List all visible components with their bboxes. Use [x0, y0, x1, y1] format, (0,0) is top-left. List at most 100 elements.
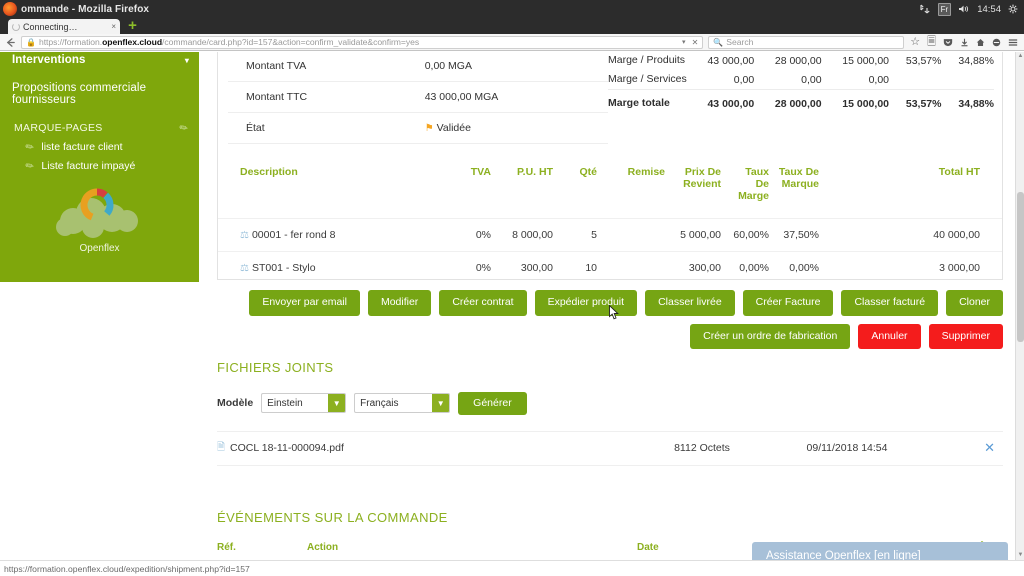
product-icon: ⚖	[240, 263, 249, 274]
line-qte: 10	[585, 262, 597, 274]
main-content: Montant TVA 0,00 MGA Montant TTC 43 000,…	[199, 52, 1017, 560]
scrollbar-thumb[interactable]	[1017, 192, 1024, 342]
search-placeholder: Search	[726, 37, 754, 47]
ship-product-button[interactable]: Expédier produit	[534, 290, 638, 316]
network-icon[interactable]	[920, 4, 931, 14]
chevron-down-icon[interactable]: ▼	[432, 394, 450, 413]
close-icon[interactable]: ×	[111, 22, 116, 31]
address-bar[interactable]: 🔒 https://formation.openflex.cloud/comma…	[21, 35, 704, 49]
generate-button[interactable]: Générer	[458, 392, 527, 415]
col-remise: Remise	[627, 166, 665, 178]
template-select[interactable]: Einstein ▼	[261, 393, 347, 414]
browser-tab-bar: Connecting… × +	[0, 18, 1024, 34]
pdf-icon: 🗎	[217, 441, 226, 453]
classify-delivered-button[interactable]: Classer livrée	[645, 290, 735, 316]
row-value: 43 000,00 MGA	[424, 81, 608, 113]
new-tab-button[interactable]: +	[126, 18, 139, 33]
firefox-logo-icon	[3, 2, 17, 16]
keyboard-layout-indicator[interactable]: Fr	[937, 2, 952, 16]
table-row: Montant TTC 43 000,00 MGA	[228, 81, 608, 113]
margin-cost: 0,00	[801, 73, 822, 86]
browser-tab[interactable]: Connecting… ×	[8, 19, 120, 34]
action-buttons-row-1: Envoyer par email Modifier Créer contrat…	[217, 290, 1003, 316]
row-label: Montant TTC	[228, 81, 425, 113]
col-tva: TVA	[470, 166, 491, 178]
search-icon: 🔍	[713, 37, 724, 47]
modify-button[interactable]: Modifier	[367, 290, 432, 316]
action-buttons: Envoyer par email Modifier Créer contrat…	[217, 290, 1003, 349]
create-contract-button[interactable]: Créer contrat	[439, 290, 527, 316]
volume-icon[interactable]	[958, 4, 970, 14]
clock[interactable]: 14:54	[977, 4, 1001, 15]
table-row: Montant TVA 0,00 MGA	[228, 52, 608, 82]
table-row[interactable]: ⚖ 00001 - fer rond 8 0% 8 000,00 5 5 000,…	[218, 218, 1002, 252]
hamburger-menu-icon[interactable]	[1007, 37, 1019, 48]
margin-rate	[889, 70, 941, 90]
pocket-icon[interactable]	[942, 37, 954, 48]
row-label: État	[228, 112, 425, 144]
markup-rate	[941, 70, 994, 90]
col-description: Description	[240, 166, 298, 178]
line-pu-ht: 300,00	[520, 262, 553, 274]
logo-caption: Openflex	[79, 243, 120, 254]
loading-spinner-icon	[12, 22, 20, 31]
status-badge: ⚑ Validée	[424, 112, 608, 144]
sidebar-bookmark-liste-facture-client[interactable]: ✎ liste facture client	[0, 134, 199, 154]
send-by-email-button[interactable]: Envoyer par email	[249, 290, 360, 316]
line-taux-marge: 0,00%	[739, 262, 769, 274]
gear-icon[interactable]	[1008, 4, 1018, 14]
action-buttons-row-2: Créer un ordre de fabrication Annuler Su…	[217, 323, 1003, 349]
line-remise	[601, 219, 669, 252]
margin-table: Marge / Produits 43 000,00 28 000,00 15 …	[608, 52, 1002, 144]
attachment-name[interactable]: 🗎 COCL 18-11-000094.pdf	[217, 440, 647, 457]
back-arrow-icon[interactable]	[5, 37, 16, 48]
chevron-down-icon[interactable]: ▾	[185, 56, 189, 65]
col-taux-marque: Taux De Marque	[778, 166, 819, 190]
search-input[interactable]: 🔍 Search	[708, 35, 905, 49]
line-taux-marque: 0,00%	[789, 262, 819, 274]
scroll-up-icon[interactable]: ▲	[1016, 52, 1024, 61]
markup-rate: 34,88%	[958, 54, 994, 67]
home-icon[interactable]	[975, 37, 986, 48]
delete-attachment-icon[interactable]: ✕	[984, 440, 1003, 456]
sidebar-item-interventions[interactable]: Interventions ▾	[0, 52, 199, 68]
create-invoice-button[interactable]: Créer Facture	[742, 290, 834, 316]
clone-button[interactable]: Cloner	[946, 290, 1003, 316]
download-icon[interactable]	[959, 37, 970, 48]
sidebar-bookmarks-header: MARQUE-PAGES ✎	[0, 121, 199, 135]
create-manufacturing-order-button[interactable]: Créer un ordre de fabrication	[690, 323, 851, 349]
order-lines-table: Description TVA P.U. HT Qté Remise Prix …	[218, 160, 1002, 284]
margin-cost: 28 000,00	[754, 89, 822, 113]
chevron-down-icon[interactable]: ▾	[682, 38, 686, 46]
table-row[interactable]: ⚖ ST001 - Stylo 0% 300,00 10 300,00 0,00%…	[218, 251, 1002, 285]
openflex-cloud-logo-icon	[54, 188, 146, 240]
margin-amount: 0,00	[868, 73, 889, 86]
reader-icon[interactable]: 🗏	[926, 36, 937, 48]
col-total-ht: Total HT	[938, 166, 980, 178]
col-action: Action	[307, 537, 637, 560]
bookmark-star-icon[interactable]: ☆	[909, 36, 921, 48]
table-row: Marge / Produits 43 000,00 28 000,00 15 …	[608, 52, 994, 70]
sidebar-bookmark-liste-facture-impaye[interactable]: ✎ Liste facture impayé	[0, 153, 199, 173]
scroll-down-icon[interactable]: ▼	[1016, 551, 1024, 560]
account-icon[interactable]	[991, 37, 1002, 48]
sidebar-item-label: Interventions	[12, 54, 86, 66]
sidebar-item-propositions-fournisseurs[interactable]: Propositions commerciale fournisseurs	[0, 68, 199, 106]
margin-total: 0,00	[733, 73, 755, 86]
bookmark-label: Liste facture impayé	[41, 160, 136, 172]
chevron-down-icon[interactable]: ▼	[328, 394, 346, 413]
cancel-button[interactable]: Annuler	[858, 323, 921, 349]
delete-button[interactable]: Supprimer	[928, 323, 1003, 349]
product-icon: ⚖	[240, 230, 249, 241]
attachment-size: 8112 Octets	[674, 442, 730, 454]
browser-nav-bar: 🔒 https://formation.openflex.cloud/comma…	[0, 34, 1024, 51]
page-scrollbar[interactable]: ▲ ▼	[1015, 52, 1024, 560]
pencil-icon[interactable]: ✎	[178, 121, 191, 135]
line-tva: 0%	[475, 262, 491, 274]
margin-rate: 53,57%	[889, 89, 942, 113]
language-select[interactable]: Français ▼	[354, 393, 451, 414]
stop-icon[interactable]: ✕	[689, 38, 699, 47]
classify-invoiced-button[interactable]: Classer facturé	[841, 290, 939, 316]
events-title: ÉVÉNEMENTS SUR LA COMMANDE	[217, 510, 448, 525]
margin-total: 43 000,00	[686, 89, 755, 113]
